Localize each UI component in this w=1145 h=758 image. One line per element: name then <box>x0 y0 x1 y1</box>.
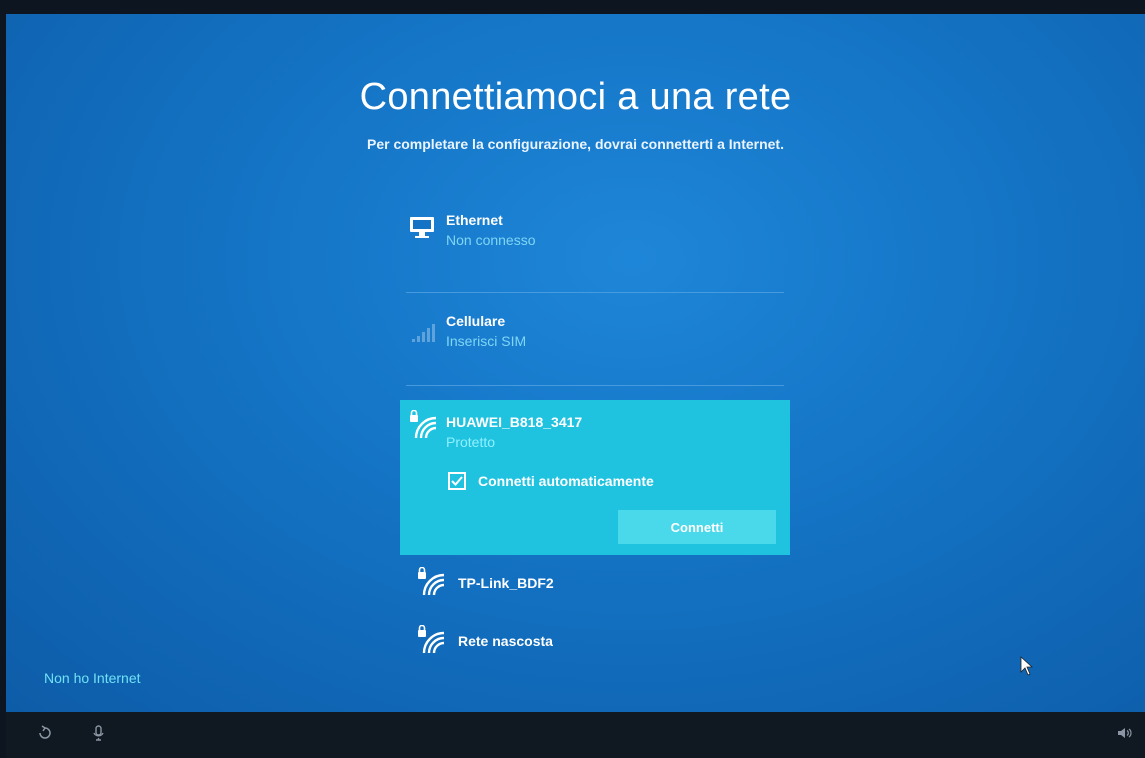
network-name: Cellulare <box>446 313 506 329</box>
network-item-cellular[interactable]: Cellulare Inserisci SIM <box>400 313 790 373</box>
network-item-huawei[interactable]: HUAWEI_B818_3417 Protetto Connetti autom… <box>400 400 790 555</box>
network-name: HUAWEI_B818_3417 <box>446 414 583 430</box>
auto-connect-checkbox[interactable] <box>448 472 466 490</box>
no-internet-link[interactable]: Non ho Internet <box>44 670 141 686</box>
network-status: Protetto <box>446 434 496 450</box>
network-status: Inserisci SIM <box>446 333 527 349</box>
secured-wifi-icon <box>408 409 437 439</box>
page-subtitle: Per completare la configurazione, dovrai… <box>367 136 784 152</box>
connect-button[interactable]: Connetti <box>618 510 776 544</box>
cellular-signal-icon <box>408 317 436 345</box>
network-name: Ethernet <box>446 212 503 228</box>
microphone-icon[interactable] <box>90 724 108 747</box>
page-title: Connettiamoci a una rete <box>359 76 792 118</box>
taskbar <box>6 712 1145 758</box>
secured-wifi-icon <box>416 566 445 596</box>
network-item-ethernet[interactable]: Ethernet Non connesso <box>400 210 790 270</box>
mouse-cursor-icon <box>1020 656 1034 681</box>
ease-of-access-icon[interactable] <box>36 724 54 747</box>
secured-wifi-icon <box>416 624 445 654</box>
setup-screen: Connettiamoci a una rete Per completare … <box>6 14 1145 712</box>
auto-connect-label: Connetti automaticamente <box>478 473 654 489</box>
divider <box>406 292 784 293</box>
network-list: Ethernet Non connesso Cellulare Inserisc… <box>400 210 790 671</box>
ethernet-icon <box>408 214 436 242</box>
network-item-tplink[interactable]: TP-Link_BDF2 <box>400 555 790 613</box>
divider <box>406 385 784 386</box>
auto-connect-option[interactable]: Connetti automaticamente <box>448 472 654 490</box>
network-name: Rete nascosta <box>458 633 553 649</box>
checkmark-icon <box>451 476 463 486</box>
volume-icon[interactable] <box>1116 724 1134 747</box>
network-name: TP-Link_BDF2 <box>458 575 554 591</box>
network-item-hidden[interactable]: Rete nascosta <box>400 613 790 671</box>
network-status: Non connesso <box>446 232 536 248</box>
